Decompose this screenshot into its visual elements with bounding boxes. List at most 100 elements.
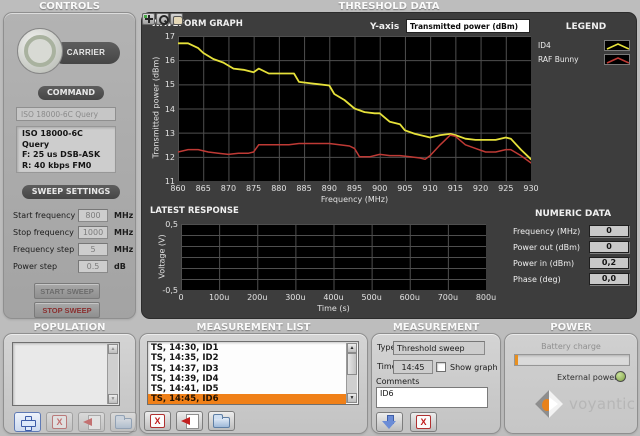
axis-tick: 900 [368,184,392,193]
list-item[interactable]: TS, 14:30, ID1 [148,343,346,353]
axis-tick: 15 [151,80,175,89]
measurement-panel: Type Threshold sweep Time 14:45 Show gra… [371,333,501,434]
numeric-row: Phase (deg)0,0 [513,273,629,285]
axis-tick: 0,5 [154,220,178,229]
scroll-up-icon[interactable]: ▲ [108,344,118,354]
zoom-tool-icon[interactable] [156,13,169,25]
measurement-list-scrollbar[interactable]: ▲ ▼ [346,343,357,403]
sweep-field-row: Stop frequency1000MHz [13,226,133,243]
population-scrollbar[interactable]: ▲ ▼ [107,344,118,404]
scroll-up-icon[interactable]: ▲ [347,343,357,353]
list-item[interactable]: TS, 14:39, ID4 [148,374,346,384]
controls-panel-title: CONTROLS [3,1,136,12]
show-graph-checkbox[interactable] [436,362,446,372]
axis-tick: 11 [151,177,175,186]
add-tag-button[interactable] [14,412,41,432]
save-measurement-button[interactable] [176,411,203,431]
axis-tick: 890 [317,184,341,193]
legend-entry[interactable]: RAF Bunny [538,52,630,66]
axis-tick: 910 [418,184,442,193]
open-measurement-button[interactable] [208,411,235,431]
measurement-listbox-rows: TS, 14:30, ID1TS, 14:35, ID2TS, 14:37, I… [148,343,346,404]
sweep-field-unit: MHz [114,211,133,220]
discard-measurement-button[interactable] [410,412,437,432]
comments-input[interactable]: ID6 [376,387,488,408]
numeric-row-value: 0 [589,225,629,237]
waveform-x-axis-label: Frequency (MHz) [178,195,531,204]
start-sweep-button[interactable]: START SWEEP [34,283,100,299]
population-panel-title: POPULATION [3,322,136,333]
list-item[interactable]: TS, 14:35, ID2 [148,353,346,363]
delete-measurement-button[interactable] [144,411,171,431]
sweep-field-row: Frequency step5MHz [13,243,133,260]
axis-tick: 885 [292,184,316,193]
axis-tick: 16 [151,56,175,65]
population-buttons [14,412,137,432]
numeric-data-rows: Frequency (MHz)0Power out (dBm)0Power in… [513,225,629,289]
axis-tick: 100u [207,293,231,302]
yaxis-selector[interactable]: Transmitted power (dBm) [406,19,530,33]
import-tag-button[interactable] [78,412,105,432]
list-item[interactable]: TS, 14:37, ID3 [148,364,346,374]
axis-tick: 17 [151,32,175,41]
measurement-panel-title: MEASUREMENT [371,322,501,333]
axis-tick: 200u [245,293,269,302]
carrier-toggle-button[interactable] [17,28,63,74]
latest-response-title: LATEST RESPONSE [150,206,239,216]
sweep-field-input[interactable]: 0.5 [78,260,108,273]
list-item[interactable]: TS, 14:41, ID5 [148,384,346,394]
axis-tick: 895 [343,184,367,193]
response-plot[interactable] [181,224,486,290]
axis-tick: 600u [398,293,422,302]
threshold-panel-title: THRESHOLD DATA [141,1,637,12]
axis-tick: 700u [436,293,460,302]
battery-charge-fill [515,355,518,365]
cursor-tool-icon[interactable] [142,13,155,25]
folder-icon [115,418,132,429]
sweep-field-input[interactable]: 5 [78,243,108,256]
population-panel: ▲ ▼ [3,333,136,434]
legend-entry[interactable]: ID4 [538,38,630,52]
battery-charge-label: Battery charge [505,342,637,351]
sweep-field-input[interactable]: 1000 [78,226,108,239]
show-graph-label: Show graph [450,363,498,372]
scroll-down-icon[interactable]: ▼ [108,394,118,404]
remove-tag-button[interactable] [46,412,73,432]
sweep-field-row: Power step0.5dB [13,260,133,277]
response-x-axis-label: Time (s) [181,304,486,313]
numeric-row-value: 0,0 [589,273,629,285]
controls-panel: CARRIER COMMAND ISO 18000-6C Query ISO 1… [3,12,136,319]
scrollbar-thumb[interactable] [347,353,357,375]
numeric-row-label: Frequency (MHz) [513,227,589,236]
axis-tick: 905 [393,184,417,193]
carrier-led-ring [24,35,56,67]
stop-sweep-button[interactable]: STOP SWEEP [34,302,100,318]
numeric-row-label: Power out (dBm) [513,243,589,252]
scroll-down-icon[interactable]: ▼ [347,393,357,403]
command-selector[interactable]: ISO 18000-6C Query [16,107,116,121]
axis-tick: 930 [519,184,543,193]
axis-tick: 400u [322,293,346,302]
list-item[interactable]: TS, 14:45, ID6 [148,394,346,404]
measurement-list-buttons [144,411,235,431]
sweep-field-label: Stop frequency [13,228,74,237]
time-field: 14:45 [393,360,433,374]
sweep-field-input[interactable]: 800 [78,209,108,222]
numeric-row-value: 0,2 [589,257,629,269]
population-listbox[interactable]: ▲ ▼ [12,342,120,406]
numeric-row-label: Power in (dBm) [513,259,589,268]
axis-tick: 13 [151,129,175,138]
open-population-button[interactable] [110,412,137,432]
axis-tick: 880 [267,184,291,193]
import-icon [181,414,199,428]
pan-tool-icon[interactable] [170,13,183,25]
folder-icon [213,417,230,428]
numeric-row-value: 0 [589,241,629,253]
measurement-listbox[interactable]: TS, 14:30, ID1TS, 14:35, ID2TS, 14:37, I… [147,341,359,405]
store-measurement-button[interactable] [376,412,403,432]
external-power-label: External power [557,373,617,382]
response-graph-tools [142,13,184,32]
measurement-buttons [376,412,437,432]
sweep-field-unit: dB [114,262,126,271]
waveform-plot[interactable] [178,36,531,181]
